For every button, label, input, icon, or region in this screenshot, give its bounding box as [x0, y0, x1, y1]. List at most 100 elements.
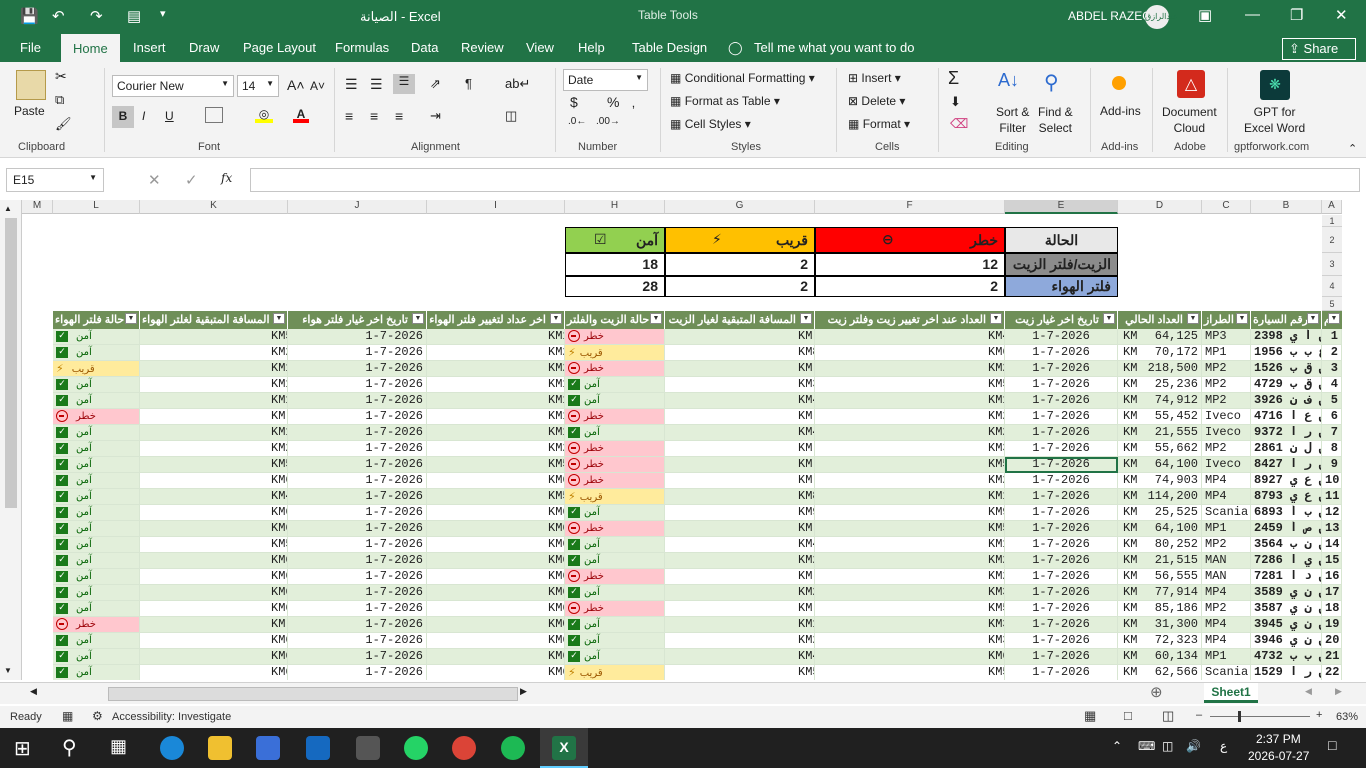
cut-icon[interactable]: ✂ — [55, 68, 67, 85]
paste-icon[interactable] — [16, 70, 46, 100]
addins-icon[interactable] — [1112, 76, 1126, 90]
last-oil-odometer-cell[interactable]: KM32,525 — [815, 441, 1005, 457]
row-number-cell[interactable]: 11 — [1322, 489, 1342, 505]
store-icon[interactable] — [256, 736, 280, 760]
filter-dropdown-icon[interactable]: ▼ — [273, 313, 285, 324]
filter-dropdown-icon[interactable]: ▼ — [800, 313, 812, 324]
oil-status-cell[interactable]: ✓ آمن — [565, 505, 665, 521]
row-number-cell[interactable]: 16 — [1322, 569, 1342, 585]
air-last-odometer-cell[interactable]: KM555,555 — [427, 489, 565, 505]
plate-cell[interactable]: 2861 ق ل ن — [1251, 441, 1322, 457]
row-number-cell[interactable]: 9 — [1322, 457, 1342, 473]
current-odometer-cell[interactable]: KM 60,134 — [1118, 649, 1202, 665]
row-number-cell[interactable]: 13 — [1322, 521, 1342, 537]
model-cell[interactable]: Iveco — [1202, 409, 1251, 425]
tab-table-design[interactable]: Table Design — [632, 40, 707, 55]
air-last-odometer-cell[interactable]: KM65,465,464 — [427, 569, 565, 585]
cancel-icon[interactable]: ✕ — [148, 171, 161, 189]
windows-start-icon[interactable]: ⊞ — [14, 736, 31, 761]
filter-dropdown-icon[interactable]: ▼ — [1236, 313, 1248, 324]
oil-date-cell[interactable]: 1-7-2026 — [1005, 521, 1118, 537]
plate-cell[interactable]: 3589 ق ن ي — [1251, 585, 1322, 601]
last-oil-odometer-cell[interactable]: KM961,923 — [815, 505, 1005, 521]
row-number-cell[interactable]: 10 — [1322, 473, 1342, 489]
plate-cell[interactable]: 3945 ق ن ي — [1251, 617, 1322, 633]
air-remaining-cell[interactable]: KM-1,300 — [140, 617, 288, 633]
scroll-left-icon[interactable]: ◀ — [30, 686, 37, 697]
air-remaining-cell[interactable]: KM205,279 — [140, 345, 288, 361]
column-header-e[interactable]: E — [1005, 200, 1118, 214]
air-status-cell[interactable]: ✓ آمن — [53, 585, 140, 601]
plate-cell[interactable]: 4732 ق ب ب — [1251, 649, 1322, 665]
input-language[interactable]: ع — [1220, 739, 1227, 753]
current-odometer-cell[interactable]: KM 31,300 — [1118, 617, 1202, 633]
last-oil-odometer-cell[interactable]: KM21,321,356 — [815, 553, 1005, 569]
close-icon[interactable]: ✕ — [1335, 6, 1348, 24]
user-name[interactable]: ABDEL RAZEQ — [1068, 9, 1152, 23]
language-icon[interactable]: ⌨ — [1138, 739, 1155, 753]
plate-cell[interactable]: 2459 ق ص أ — [1251, 521, 1322, 537]
enter-icon[interactable]: ✓ — [185, 171, 198, 189]
borders-icon[interactable] — [205, 107, 223, 123]
current-odometer-cell[interactable]: KM 25,236 — [1118, 377, 1202, 393]
oil-status-cell[interactable]: ✓ آمن — [565, 377, 665, 393]
oil-date-cell[interactable]: 1-7-2026 — [1005, 441, 1118, 457]
indent-icon[interactable]: ⇥ — [430, 108, 441, 124]
notifications-icon[interactable]: □ — [1328, 737, 1336, 753]
share-button[interactable]: ⇪ Share — [1282, 38, 1356, 60]
tab-data[interactable]: Data — [411, 40, 438, 55]
plate-cell[interactable]: 2398 ق أ ي — [1251, 329, 1322, 345]
format-painter-icon[interactable]: 🖌 — [55, 116, 72, 132]
oil-date-cell[interactable]: 1-7-2026 — [1005, 377, 1118, 393]
air-date-cell[interactable]: 1-7-2026 — [288, 489, 427, 505]
oil-remaining-cell[interactable]: KM-191,985 — [665, 361, 815, 377]
air-status-cell[interactable]: ✓ آمن — [53, 537, 140, 553]
document-cloud-button[interactable]: Document Cloud — [1162, 104, 1217, 136]
air-date-cell[interactable]: 1-7-2026 — [288, 345, 427, 361]
oil-status-cell[interactable]: خطر — [565, 457, 665, 473]
outlook-icon[interactable] — [306, 736, 330, 760]
format-as-table-button[interactable]: ▦ Format as Table ▾ — [670, 94, 780, 108]
air-date-cell[interactable]: 1-7-2026 — [288, 633, 427, 649]
accessibility-status[interactable]: Accessibility: Investigate — [112, 711, 231, 723]
oil-status-cell[interactable]: ✓ آمن — [565, 393, 665, 409]
macro-record-icon[interactable]: ▦ — [62, 709, 73, 723]
worksheet-grid[interactable]: ▲ ▼ ABCDEFGHIJKLM12345678910111213141516… — [0, 200, 1366, 680]
oil-status-cell[interactable]: خطر — [565, 473, 665, 489]
zoom-slider[interactable] — [1210, 716, 1310, 717]
model-cell[interactable]: MP2 — [1202, 537, 1251, 553]
model-cell[interactable]: MP4 — [1202, 633, 1251, 649]
last-oil-odometer-cell[interactable]: KM51,515 — [815, 377, 1005, 393]
plate-cell[interactable]: 7286 ق ي ا — [1251, 553, 1322, 569]
autosum-icon[interactable]: Σ — [948, 68, 959, 89]
current-odometer-cell[interactable]: KM 70,172 — [1118, 345, 1202, 361]
air-status-cell[interactable]: ✓ آمن — [53, 633, 140, 649]
air-last-odometer-cell[interactable]: KM103,000 — [427, 329, 565, 345]
oil-remaining-cell[interactable]: KM-4,100 — [665, 521, 815, 537]
current-odometer-cell[interactable]: KM 64,100 — [1118, 521, 1202, 537]
oil-remaining-cell[interactable]: KM828 — [665, 345, 815, 361]
oil-date-cell[interactable]: 1-7-2026 — [1005, 457, 1118, 473]
last-oil-odometer-cell[interactable]: KM112,515 — [815, 393, 1005, 409]
model-cell[interactable]: MP2 — [1202, 393, 1251, 409]
fill-color-icon[interactable]: ◎ — [255, 107, 273, 123]
air-date-cell[interactable]: 1-7-2026 — [288, 393, 427, 409]
shrink-font-icon[interactable]: A˅ — [310, 79, 325, 93]
table-header-h[interactable]: حالة الزيت والفلتر ▼ — [565, 311, 665, 329]
undo-icon[interactable]: ↶ — [52, 7, 65, 25]
vertical-scroll-thumb[interactable] — [5, 218, 17, 508]
conditional-formatting-button[interactable]: ▦ Conditional Formatting ▾ — [670, 71, 815, 85]
oil-status-cell[interactable]: خطر — [565, 329, 665, 345]
air-status-cell[interactable]: ✓ آمن — [53, 553, 140, 569]
air-status-cell[interactable]: ✓ آمن — [53, 345, 140, 361]
oil-remaining-cell[interactable]: KM-28,941 — [665, 409, 815, 425]
row-number-cell[interactable]: 20 — [1322, 633, 1342, 649]
plate-cell[interactable]: 8927 ق ع ي — [1251, 473, 1322, 489]
last-oil-odometer-cell[interactable]: KM321,165 — [815, 585, 1005, 601]
air-date-cell[interactable]: 1-7-2026 — [288, 569, 427, 585]
model-cell[interactable]: MAN — [1202, 553, 1251, 569]
oil-status-cell[interactable]: خطر — [565, 521, 665, 537]
oil-remaining-cell[interactable]: KM5,396,449 — [665, 665, 815, 680]
oil-status-cell[interactable]: ✓ آمن — [565, 553, 665, 569]
row-number-cell[interactable]: 7 — [1322, 425, 1342, 441]
